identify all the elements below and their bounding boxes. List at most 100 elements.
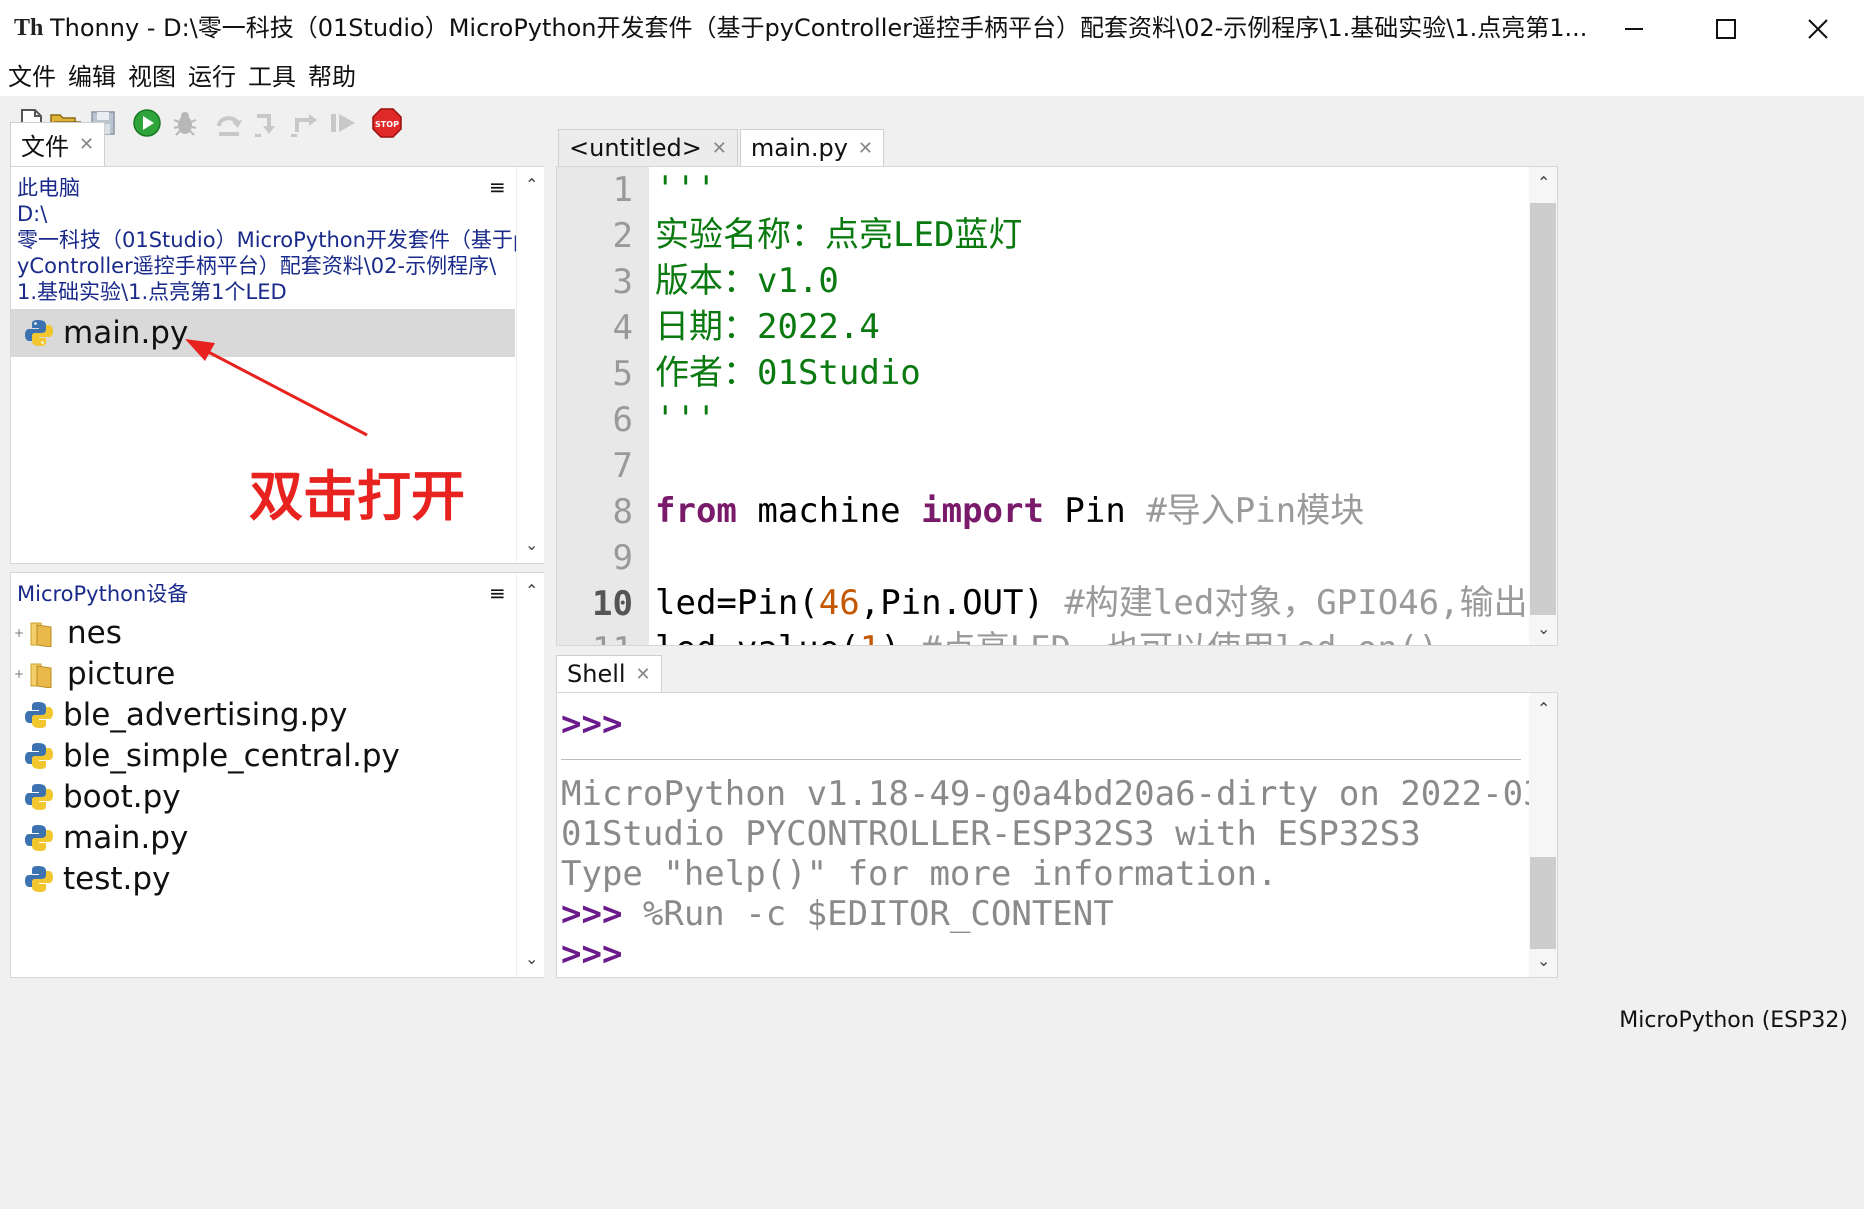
scrollbar-thumb[interactable] <box>1530 203 1556 615</box>
menu-view[interactable]: 视图 <box>128 62 176 92</box>
code-line: ''' <box>655 399 717 439</box>
this-computer-title[interactable]: 此电脑 <box>17 175 80 201</box>
path-line[interactable]: 1.基础实验\1.点亮第1个LED <box>17 279 287 305</box>
chevron-up-icon[interactable]: ⌃ <box>525 581 538 600</box>
debug-button[interactable] <box>168 106 202 140</box>
chevron-up-icon[interactable]: ⌃ <box>525 175 538 194</box>
menu-tools[interactable]: 工具 <box>248 62 296 92</box>
chevron-down-icon[interactable]: ⌄ <box>525 535 538 554</box>
menu-file[interactable]: 文件 <box>8 62 56 92</box>
tab-files[interactable]: 文件 ✕ <box>10 122 106 166</box>
line-number: 2 <box>612 216 633 256</box>
tab-label: Shell <box>567 660 626 688</box>
annotation-text: 双击打开 <box>249 465 465 528</box>
step-into-button[interactable] <box>250 106 284 140</box>
python-file-icon <box>25 743 53 769</box>
close-tab-icon[interactable]: ✕ <box>712 138 727 159</box>
chevron-down-icon[interactable]: ⌄ <box>1537 951 1550 970</box>
line-number: 6 <box>612 400 633 440</box>
shell-prompt-current[interactable]: >>> <box>561 934 1521 974</box>
maximize-button[interactable] <box>1680 0 1772 58</box>
chevron-up-icon[interactable]: ⌃ <box>1537 699 1550 718</box>
menu-edit[interactable]: 编辑 <box>68 62 116 92</box>
stop-button[interactable]: STOP <box>370 106 404 140</box>
code-line: 日期：2022.4 <box>655 307 880 347</box>
folder-icon <box>30 663 52 688</box>
path-line[interactable]: 零一科技（01Studio）MicroPython开发套件（基于p <box>17 227 526 253</box>
panel-menu-icon[interactable]: ≡ <box>489 175 506 199</box>
chevron-down-icon[interactable]: ⌄ <box>1537 619 1550 638</box>
close-tab-icon[interactable]: ✕ <box>79 134 94 155</box>
menu-run[interactable]: 运行 <box>188 62 236 92</box>
shell-banner-line: Type "help()" for more information. <box>561 854 1278 894</box>
device-panel: MicroPython设备 ≡ + nes + picture ble_adve… <box>10 572 544 978</box>
line-number: 11 <box>557 627 633 645</box>
run-button[interactable] <box>130 106 164 140</box>
vertical-scrollbar[interactable]: ⌃ ⌄ <box>1529 167 1557 645</box>
panel-menu-icon[interactable]: ≡ <box>489 581 506 605</box>
folder-name: picture <box>67 656 176 692</box>
tab-shell[interactable]: Shell ✕ <box>556 655 662 692</box>
line-numbers: 1 2 3 4 5 6 7 8 9 10 11 12 <box>557 167 633 645</box>
interpreter-status[interactable]: MicroPython (ESP32) <box>1619 1006 1848 1036</box>
python-file-icon <box>25 866 53 892</box>
code-line: ''' <box>655 169 717 209</box>
path-line[interactable]: yController遥控手柄平台）配套资料\02-示例程序\ <box>17 253 496 279</box>
file-name: test.py <box>63 861 171 897</box>
vertical-scrollbar[interactable]: ⌃ ⌄ <box>1529 693 1557 977</box>
shell-panel[interactable]: >>> MicroPython v1.18-49-g0a4bd20a6-dirt… <box>556 692 1558 978</box>
tab-label: <untitled> <box>569 134 702 162</box>
path-line[interactable]: D:\ <box>17 201 47 227</box>
step-over-button[interactable] <box>212 106 246 140</box>
code-lines: ''' 实验名称：点亮LED蓝灯 版本：v1.0 日期：2022.4 作者：01… <box>655 167 1528 645</box>
code-comment: #导入Pin模块 <box>1146 491 1365 531</box>
python-file-icon <box>25 320 53 346</box>
chevron-down-icon[interactable]: ⌄ <box>525 949 538 968</box>
code-editor[interactable]: 1 2 3 4 5 6 7 8 9 10 11 12 ''' 实验名称：点亮LE… <box>556 166 1558 646</box>
menu-help[interactable]: 帮助 <box>308 62 356 92</box>
list-item[interactable]: test.py <box>11 855 515 903</box>
folder-icon <box>30 622 52 647</box>
code-text: ) <box>880 629 921 645</box>
maximize-icon <box>1716 19 1736 39</box>
shell-prompt: >>> <box>561 704 623 744</box>
expand-icon[interactable]: + <box>11 667 27 681</box>
shell-separator <box>561 759 1521 760</box>
code-comment: #构建led对象，GPIO46,输出 <box>1064 583 1528 623</box>
keyword-import: import <box>921 491 1044 531</box>
code-line: led=Pin(46,Pin.OUT) #构建led对象，GPIO46,输出 <box>655 580 1528 626</box>
vertical-scrollbar[interactable]: ⌃ ⌄ <box>516 167 544 563</box>
minimize-button[interactable] <box>1588 0 1680 58</box>
resume-button[interactable] <box>326 106 360 140</box>
close-tab-icon[interactable]: ✕ <box>858 138 873 159</box>
device-content: MicroPython设备 ≡ + nes + picture ble_adve… <box>11 573 515 977</box>
device-title: MicroPython设备 <box>17 582 189 606</box>
close-button[interactable] <box>1772 0 1864 58</box>
code-number: 46 <box>818 583 860 623</box>
tab-untitled[interactable]: <untitled> ✕ <box>558 129 738 166</box>
close-tab-icon[interactable]: ✕ <box>636 664 651 685</box>
this-computer-panel: 此电脑 ≡ D:\ 零一科技（01Studio）MicroPython开发套件（… <box>10 166 544 564</box>
status-area: MicroPython (ESP32) <box>0 1000 1864 1209</box>
files-tab-header: 文件 ✕ <box>10 122 106 166</box>
resume-icon <box>331 114 355 132</box>
expand-icon[interactable]: + <box>11 626 27 640</box>
scrollbar-thumb[interactable] <box>1530 857 1556 949</box>
file-name: main.py <box>63 820 189 856</box>
line-number-gutter: 1 2 3 4 5 6 7 8 9 10 11 12 <box>557 167 649 645</box>
vertical-scrollbar[interactable]: ⌃ ⌄ <box>516 573 544 977</box>
chevron-up-icon[interactable]: ⌃ <box>1537 173 1550 192</box>
line-number-current: 10 <box>592 584 633 624</box>
step-out-button[interactable] <box>288 106 322 140</box>
menu-bar: 文件 编辑 视图 运行 工具 帮助 <box>0 58 1864 96</box>
shell-banner-line: 01Studio PYCONTROLLER-ESP32S3 with ESP32… <box>561 814 1421 854</box>
shell-tab-header: Shell ✕ <box>556 655 662 692</box>
folder-name: nes <box>67 615 122 651</box>
tab-main-py[interactable]: main.py ✕ <box>739 129 885 166</box>
keyword-from: from <box>655 491 737 531</box>
file-name: boot.py <box>63 779 181 815</box>
line-number: 8 <box>612 492 633 532</box>
tab-label: main.py <box>750 134 848 162</box>
code-line: 实验名称：点亮LED蓝灯 <box>655 215 1023 255</box>
